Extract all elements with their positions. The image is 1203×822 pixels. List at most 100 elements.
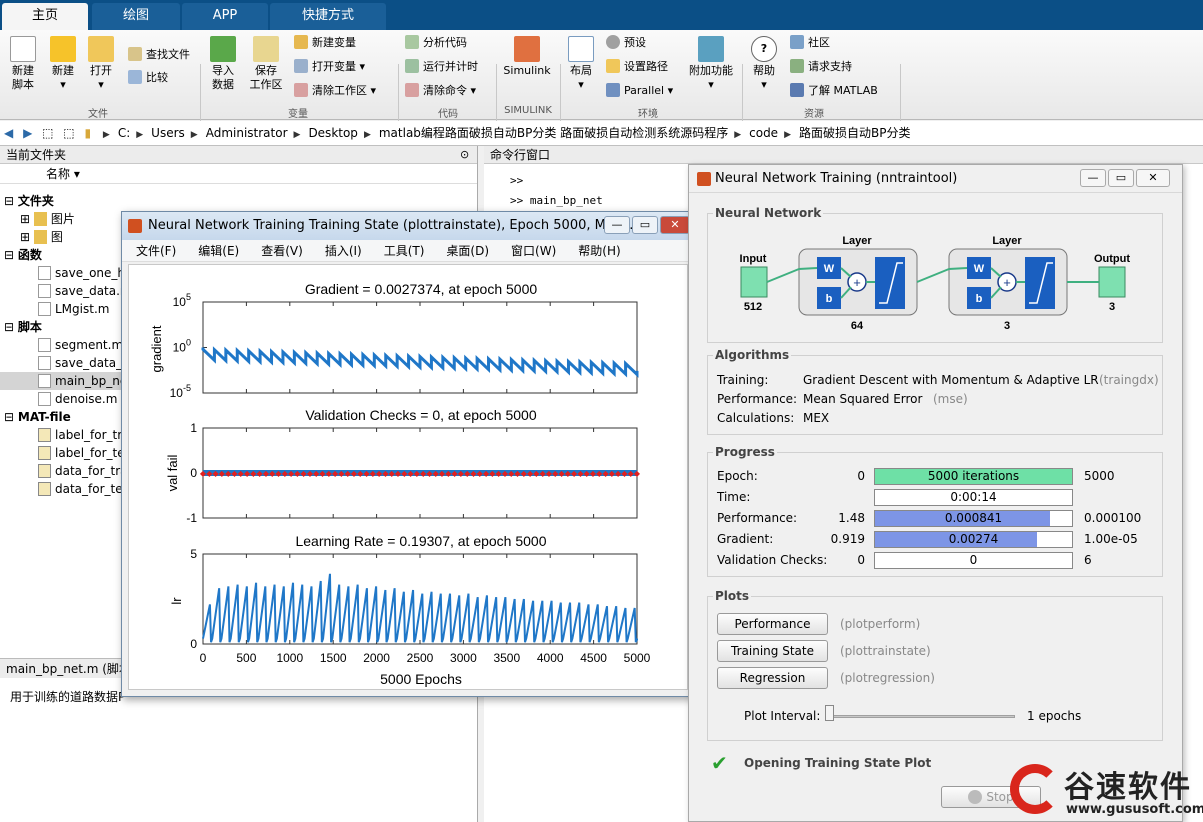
run-time-icon (405, 59, 419, 73)
learn-matlab-label: 了解 MATLAB (808, 84, 878, 97)
lr-x-tick-label: 500 (236, 651, 256, 665)
layer2-size: 3 (1004, 320, 1010, 332)
close-button[interactable]: ✕ (1136, 169, 1170, 187)
learn-matlab-button[interactable]: 了解 MATLAB (790, 82, 878, 100)
new-variable-button[interactable]: 新建变量 (294, 34, 356, 52)
browse-icon[interactable]: ⬚ (63, 126, 74, 140)
plus-icon: + (853, 275, 861, 290)
forward-icon[interactable]: ▶ (23, 126, 32, 140)
list-item[interactable]: label_for_te (38, 444, 125, 462)
find-files-label: 查找文件 (146, 48, 190, 61)
list-item[interactable]: ⊞ 图 (20, 228, 63, 246)
breadcrumb-item[interactable]: ▶ 路面破损自动BP分类 (784, 121, 910, 147)
menu-insert[interactable]: 插入(I) (325, 244, 362, 258)
close-button[interactable]: ✕ (660, 216, 690, 234)
menu-desktop[interactable]: 桌面(D) (446, 244, 489, 258)
function-group[interactable]: ⊟ 函数 (4, 246, 42, 264)
progress-target: 5000 (1084, 469, 1115, 483)
simulink-button[interactable]: Simulink (502, 36, 552, 78)
list-item[interactable]: save_data.m (38, 282, 132, 300)
community-icon (790, 35, 804, 49)
panel-menu-icon[interactable]: ⊙ (460, 148, 469, 161)
slider-handle[interactable] (825, 705, 834, 721)
progress-bar: 0 (874, 552, 1073, 569)
community-button[interactable]: 社区 (790, 34, 830, 52)
minimize-button[interactable]: — (1080, 169, 1106, 187)
window-titlebar[interactable]: Neural Network Training Training State (… (122, 212, 694, 240)
list-item[interactable]: denoise.m (38, 390, 117, 408)
menu-view[interactable]: 查看(V) (261, 244, 303, 258)
m-file-icon (38, 374, 51, 388)
tab-home[interactable]: 主页 (2, 3, 88, 30)
save-workspace-button[interactable]: 保存 工作区 (246, 36, 286, 92)
open-variable-button[interactable]: 打开变量 ▾ (294, 58, 365, 76)
menu-file[interactable]: 文件(F) (136, 244, 176, 258)
menu-window[interactable]: 窗口(W) (511, 244, 556, 258)
window-titlebar[interactable]: Neural Network Training (nntraintool) — … (689, 165, 1182, 193)
tab-plots[interactable]: 绘图 (92, 3, 180, 30)
plot-performance-button[interactable]: Performance (717, 613, 828, 635)
run-and-time-button[interactable]: 运行并计时 (405, 58, 478, 76)
menu-help[interactable]: 帮助(H) (578, 244, 620, 258)
breadcrumb-item[interactable]: ▶ matlab编程路面破损自动BP分类 路面破损自动检测系统源码程序 (364, 121, 728, 147)
script-group[interactable]: ⊟ 脚本 (4, 318, 42, 336)
open-button[interactable]: 打开 ▾ (84, 36, 118, 92)
parallel-icon (606, 83, 620, 97)
add-ons-button[interactable]: 附加功能 ▾ (688, 36, 734, 92)
new-script-button[interactable]: 新建 脚本 (4, 36, 42, 92)
lr-y-tick-label: 5 (190, 547, 197, 561)
set-path-button[interactable]: 设置路径 (606, 58, 668, 76)
menu-tools[interactable]: 工具(T) (384, 244, 425, 258)
tab-shortcuts[interactable]: 快捷方式 (270, 3, 386, 30)
up-folder-icon[interactable]: ⬚ (42, 126, 53, 140)
minimize-button[interactable]: — (604, 216, 630, 234)
maximize-button[interactable]: ▭ (632, 216, 658, 234)
back-icon[interactable]: ◀ (4, 126, 13, 140)
gradient-y-tick-label: 100 (173, 338, 191, 355)
list-item[interactable]: save_data_ (38, 354, 122, 372)
parallel-label: Parallel (624, 84, 665, 97)
folder-group[interactable]: ⊟ 文件夹 (4, 192, 54, 210)
find-files-button[interactable]: 查找文件 (128, 46, 190, 64)
maximize-button[interactable]: ▭ (1108, 169, 1134, 187)
list-item[interactable]: data_for_te (38, 480, 123, 498)
chevron-down-icon: ▾ (578, 78, 584, 91)
plotregression-label: (plotregression) (840, 671, 935, 685)
new-button[interactable]: 新建 ▾ (46, 36, 80, 92)
tab-apps[interactable]: APP (182, 3, 268, 30)
breadcrumb-item[interactable]: ▶ code (734, 121, 778, 147)
breadcrumb-item[interactable]: ▶ Users (136, 121, 185, 147)
list-item[interactable]: main_bp_ne (38, 372, 127, 390)
list-item[interactable]: segment.m (38, 336, 123, 354)
plot-interval-slider[interactable] (827, 715, 1015, 718)
analyze-code-button[interactable]: 分析代码 (405, 34, 467, 52)
group-label: 文件夹 (17, 194, 54, 208)
import-icon (210, 36, 236, 62)
compare-button[interactable]: 比较 (128, 69, 168, 87)
list-item[interactable]: LMgist.m (38, 300, 109, 318)
list-item[interactable]: ⊞ 图片 (20, 210, 75, 228)
breadcrumb-item[interactable]: ▶ Desktop (294, 121, 358, 147)
breadcrumb-item[interactable]: ▶ Administrator (191, 121, 288, 147)
plot-regression-button[interactable]: Regression (717, 667, 828, 689)
breadcrumb-item[interactable]: ▶ C: (103, 121, 130, 147)
menu-edit[interactable]: 编辑(E) (198, 244, 239, 258)
parallel-button[interactable]: Parallel ▾ (606, 82, 673, 100)
list-item[interactable]: data_for_tra (38, 462, 128, 480)
open-variable-label: 打开变量 (312, 60, 356, 73)
calculations-label: Calculations: (717, 411, 795, 425)
gradient-ylabel: gradient (149, 325, 164, 372)
layout-button[interactable]: 布局 ▾ (564, 36, 598, 92)
mat-group[interactable]: ⊟ MAT-file (4, 408, 71, 426)
request-support-button[interactable]: 请求支持 (790, 58, 852, 76)
list-item[interactable]: save_one_h (38, 264, 125, 282)
import-data-button[interactable]: 导入 数据 (206, 36, 240, 92)
list-item[interactable]: label_for_tr (38, 426, 122, 444)
clear-workspace-button[interactable]: 清除工作区 ▾ (294, 82, 376, 100)
preferences-button[interactable]: 预设 (606, 34, 646, 52)
m-file-icon (38, 392, 51, 406)
name-column-header[interactable]: 名称 ▾ (0, 164, 477, 184)
help-button[interactable]: ? 帮助 ▾ (748, 36, 780, 92)
clear-commands-button[interactable]: 清除命令 ▾ (405, 82, 476, 100)
plot-training-state-button[interactable]: Training State (717, 640, 828, 662)
